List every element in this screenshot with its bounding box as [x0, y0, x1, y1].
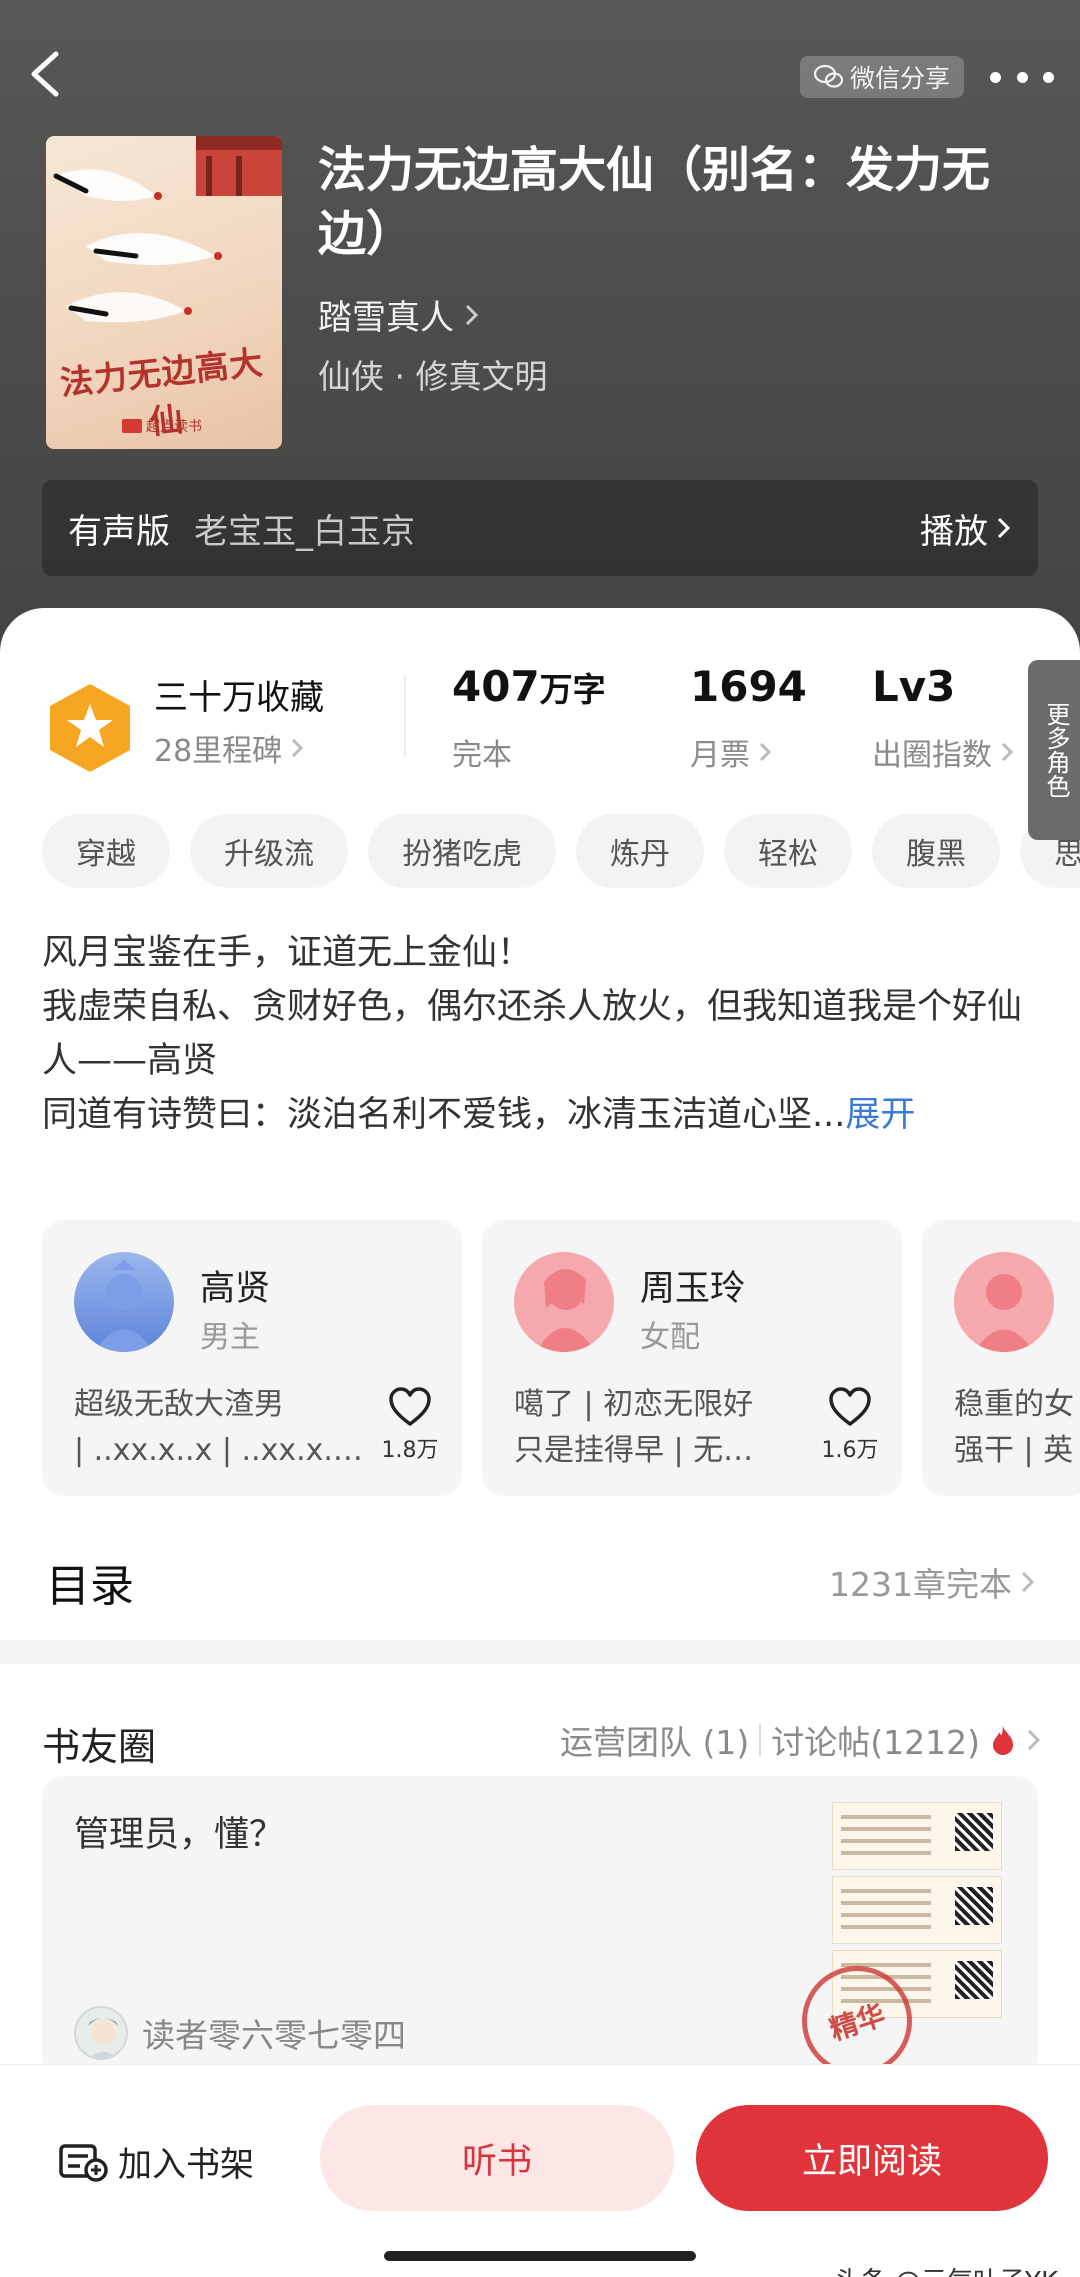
book-circle-meta[interactable]: 运营团队 (1) 讨论帖(1212) — [560, 1716, 1042, 1764]
post-author[interactable]: 读者零六零七零四 — [74, 2006, 406, 2060]
audio-version-bar[interactable]: 有声版 老宝玉_白玉京 播放 — [42, 480, 1038, 576]
monthly-votes-label: 月票 — [690, 738, 750, 773]
book-status: 完本 — [452, 738, 512, 773]
bottom-action-bar: 加入书架 听书 立即阅读 头条 @元气叶子YK — [0, 2064, 1080, 2277]
stats-divider — [404, 674, 406, 758]
book-title: 法力无边高大仙（别名：发力无边） — [318, 142, 991, 262]
more-characters-tab[interactable]: 更多角色 — [1028, 660, 1080, 840]
book-genre: 仙侠 · 修真文明 — [318, 357, 548, 396]
play-button[interactable]: 播放 — [920, 504, 1012, 553]
character-card[interactable]: 周玉玲 女配 噶了 | 初恋无限好 只是挂得早 | 无… 1.6万 — [482, 1220, 902, 1496]
character-list: 高贤 男主 超级无敌大渣男 | ..xx.x..x | ..xx.x.… 1.8… — [42, 1220, 1080, 1496]
like-count: 1.6万 — [821, 1438, 879, 1463]
like-count: 1.8万 — [381, 1438, 439, 1463]
chevron-right-icon — [1001, 742, 1014, 762]
chevron-right-icon — [759, 742, 772, 762]
milestones-label: 28里程碑 — [154, 734, 283, 769]
table-of-contents-row[interactable]: 目录 1231章完本 — [0, 1538, 1080, 1628]
book-cover[interactable]: 法力无边高大仙 超点读书 — [46, 136, 282, 449]
divider — [759, 1724, 762, 1756]
stats-row: 三十万收藏 28里程碑 407万字 完本 1694 月票 Lv3 出圈指数 — [0, 660, 1080, 780]
author-link[interactable]: 踏雪真人 — [318, 290, 480, 339]
character-role-type: 女配 — [640, 1320, 700, 1355]
watermark: 头条 @元气叶子YK — [835, 2261, 1058, 2277]
chevron-right-icon — [997, 517, 1011, 539]
chevron-right-icon — [1027, 1729, 1041, 1751]
wechat-share-button[interactable]: 微信分享 — [800, 56, 965, 98]
author-name: 踏雪真人 — [318, 298, 454, 338]
character-role-type: 男主 — [200, 1320, 260, 1355]
operations-team-link[interactable]: 运营团队 (1) — [560, 1716, 749, 1764]
like-button[interactable]: 1.6万 — [820, 1386, 880, 1464]
tag-chip[interactable]: 扮猪吃虎 — [368, 814, 556, 888]
character-desc: 噶了 | 初恋无限好 只是挂得早 | 无… — [514, 1387, 754, 1468]
character-name: 高贤 — [200, 1269, 271, 1309]
featured-post[interactable]: 管理员，懂？ 读者零六零七零四 精华 — [42, 1776, 1038, 2076]
book-circle-title: 书友圈 — [42, 1725, 157, 1769]
toc-title: 目录 — [46, 1561, 134, 1612]
milestones-link[interactable]: 28里程碑 — [154, 726, 304, 770]
home-indicator[interactable] — [384, 2251, 696, 2261]
influence-index-label: 出圈指数 — [872, 738, 992, 773]
heart-icon — [389, 1387, 431, 1426]
expand-link[interactable]: 展开 — [845, 1095, 915, 1135]
audio-narrator: 老宝玉_白玉京 — [194, 511, 415, 552]
add-to-shelf-label: 加入书架 — [118, 2145, 254, 2185]
star-badge-icon — [50, 684, 130, 772]
tag-chip[interactable]: 穿越 — [42, 814, 170, 888]
tag-chip[interactable]: 腹黑 — [872, 814, 1000, 888]
tag-chip[interactable]: 轻松 — [724, 814, 852, 888]
post-author-name: 读者零六零七零四 — [142, 2016, 406, 2055]
wechat-icon — [814, 64, 844, 88]
chevron-right-icon — [465, 304, 479, 325]
cover-publisher: 超点读书 — [122, 416, 202, 436]
influence-level: Lv3 — [872, 662, 956, 711]
play-label: 播放 — [920, 511, 988, 552]
add-to-shelf-button[interactable]: 加入书架 — [58, 2137, 254, 2186]
influence-index-link[interactable]: 出圈指数 — [872, 730, 1014, 774]
audio-label: 有声版 — [68, 511, 170, 552]
chapter-count: 1231章完本 — [829, 1558, 1036, 1606]
book-header: 微信分享 法力无边高大仙 超点读书 法力无边高大仙（别名：发力无边） 踏雪真人 … — [0, 0, 1080, 660]
like-button[interactable]: 1.8万 — [380, 1386, 440, 1464]
character-name: 周玉玲 — [640, 1269, 746, 1309]
tag-chip[interactable]: 升级流 — [190, 814, 348, 888]
monthly-votes-link[interactable]: 月票 — [690, 730, 772, 774]
user-avatar — [74, 2006, 128, 2060]
listen-button[interactable]: 听书 — [320, 2105, 674, 2211]
chevron-right-icon — [292, 738, 304, 758]
read-now-button[interactable]: 立即阅读 — [696, 2105, 1048, 2211]
collections-count: 三十万收藏 — [154, 678, 324, 718]
character-avatar — [954, 1252, 1054, 1352]
back-arrow-icon[interactable] — [22, 44, 68, 104]
tag-list: 穿越 升级流 扮猪吃虎 炼丹 轻松 腹黑 思 — [42, 814, 1080, 890]
heart-icon — [829, 1387, 871, 1426]
book-intro[interactable]: 风月宝鉴在手，证道无上金仙！ 我虚荣自私、贪财好色，偶尔还杀人放火，但我知道我是… — [42, 926, 1042, 1142]
intro-line: 同道有诗赞曰：淡泊名利不爱钱，冰清玉洁道心坚...展开 — [42, 1095, 916, 1135]
chevron-right-icon — [1021, 1571, 1035, 1593]
post-text: 管理员，懂？ — [74, 1815, 285, 1855]
character-desc: 稳重的女 强干 | 英 — [954, 1387, 1074, 1468]
discussion-link[interactable]: 讨论帖(1212) — [771, 1716, 980, 1764]
word-count: 407万字 — [452, 662, 606, 711]
share-label: 微信分享 — [850, 64, 951, 93]
book-circle-section: 书友圈 运营团队 (1) 讨论帖(1212) 管理员，懂？ 读者零六零七零四 精… — [0, 1664, 1080, 2076]
more-menu-icon[interactable] — [990, 56, 1054, 98]
book-detail-card: 三十万收藏 28里程碑 407万字 完本 1694 月票 Lv3 出圈指数 穿越… — [0, 608, 1080, 1640]
more-characters-label: 更多角色 — [1042, 702, 1070, 798]
character-card[interactable]: 稳重的女 强干 | 英 — [922, 1220, 1080, 1496]
character-card[interactable]: 高贤 男主 超级无敌大渣男 | ..xx.x..x | ..xx.x.… 1.8… — [42, 1220, 462, 1496]
character-avatar — [74, 1252, 174, 1352]
flame-icon — [993, 1726, 1013, 1755]
bookshelf-add-icon — [59, 2143, 108, 2182]
tag-chip[interactable]: 炼丹 — [576, 814, 704, 888]
intro-line: 风月宝鉴在手，证道无上金仙！ — [42, 933, 533, 973]
character-avatar — [514, 1252, 614, 1352]
character-desc: 超级无敌大渣男 | ..xx.x..x | ..xx.x.… — [74, 1387, 363, 1468]
monthly-votes: 1694 — [690, 662, 807, 711]
intro-line: 我虚荣自私、贪财好色，偶尔还杀人放火，但我知道我是个好仙人——高贤 — [42, 987, 1023, 1081]
